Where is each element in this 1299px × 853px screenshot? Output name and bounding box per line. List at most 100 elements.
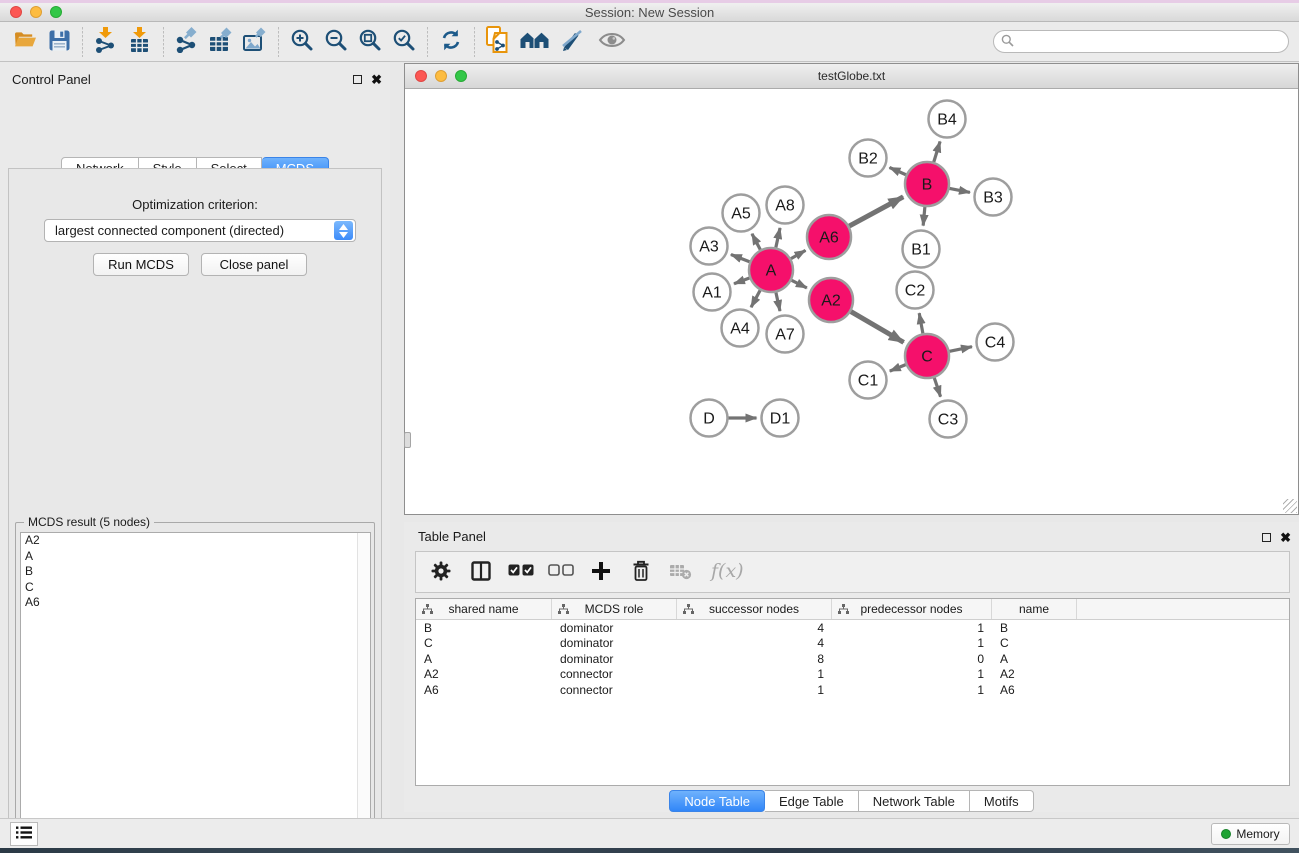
edge-A2-C[interactable] (851, 312, 904, 343)
task-history-button[interactable] (10, 822, 38, 846)
table-row[interactable]: Adominator80A (416, 651, 1289, 667)
export-network-button[interactable] (170, 26, 204, 58)
edge-A-A1[interactable] (734, 278, 749, 284)
select-all-button[interactable] (508, 559, 534, 585)
export-table-button[interactable] (204, 26, 238, 58)
optimization-criterion-label: Optimization criterion: (9, 197, 381, 212)
import-table-button[interactable] (123, 26, 157, 58)
table-row[interactable]: A2connector11A2 (416, 667, 1289, 683)
edge-B-B4[interactable] (934, 141, 940, 162)
table-cell-mcds-role: dominator (552, 636, 677, 650)
hierarchy-icon (838, 604, 849, 615)
column-header-label: predecessor nodes (860, 602, 962, 616)
float-panel-icon[interactable] (353, 75, 362, 84)
table-cell-predecessor-nodes: 0 (832, 652, 992, 666)
clear-table-button-disabled (668, 559, 694, 585)
search-input[interactable] (1018, 33, 1288, 51)
mcds-result-group: MCDS result (5 nodes) A2ABCA6 (15, 522, 375, 853)
edge-B-B2[interactable] (890, 167, 906, 174)
node-label-A8: A8 (775, 198, 795, 215)
network-canvas[interactable]: B4B2BB3A8A5A6A3B1AA1C2A2A4A7C4CC1DD1C3 (405, 89, 1298, 514)
import-network-button[interactable] (89, 26, 123, 58)
show-columns-button[interactable] (468, 559, 494, 585)
edge-C-C1[interactable] (890, 365, 906, 371)
result-list-item[interactable]: A (21, 549, 370, 565)
column-header-label: name (1019, 602, 1049, 616)
zoom-selected-button[interactable] (387, 26, 421, 58)
table-row[interactable]: A6connector11A6 (416, 682, 1289, 698)
close-table-panel-icon[interactable]: ✖ (1280, 531, 1291, 544)
edge-A-A2[interactable] (792, 280, 807, 288)
export-image-icon (242, 27, 268, 56)
edge-A6-B[interactable] (849, 197, 903, 226)
memory-button[interactable]: Memory (1211, 823, 1290, 845)
table-panel: Table Panel ✖ f(x) shared nameMCDS roles… (404, 522, 1299, 812)
table-row[interactable]: Cdominator41C (416, 636, 1289, 652)
graphics-details-button[interactable] (555, 26, 589, 58)
close-panel-icon[interactable]: ✖ (371, 73, 382, 86)
run-mcds-button[interactable]: Run MCDS (93, 253, 189, 276)
desktop-background (0, 848, 1299, 853)
edge-A-A6[interactable] (791, 250, 806, 258)
unchecked-boxes-icon (548, 564, 574, 580)
save-session-button[interactable] (42, 26, 76, 58)
node-label-C1: C1 (858, 373, 879, 390)
edge-C-C3[interactable] (934, 378, 940, 397)
open-session-button[interactable] (8, 26, 42, 58)
node-label-A6: A6 (819, 230, 839, 247)
zoom-out-icon (324, 28, 349, 56)
column-header-label: MCDS role (585, 602, 644, 616)
column-header-successor-nodes[interactable]: successor nodes (677, 599, 832, 619)
table-header-row: shared name MCDS role successor nodes prede… (416, 599, 1289, 620)
list-icon (16, 826, 32, 842)
network-manager-button[interactable] (481, 26, 515, 58)
show-hide-button[interactable] (595, 26, 629, 58)
table-body: Bdominator41BCdominator41CAdominator80AA… (416, 620, 1289, 698)
optimization-criterion-dropdown[interactable]: largest connected component (directed) (44, 219, 356, 242)
edge-A-A5[interactable] (752, 234, 760, 250)
mcds-result-title: MCDS result (5 nodes) (24, 515, 154, 529)
delete-columns-button[interactable] (628, 559, 654, 585)
tab-edge-table[interactable]: Edge Table (765, 790, 859, 812)
result-list-item[interactable]: C (21, 580, 370, 596)
export-image-button[interactable] (238, 26, 272, 58)
edge-A-A8[interactable] (776, 228, 780, 248)
table-settings-button[interactable] (428, 559, 454, 585)
result-list-item[interactable]: A2 (21, 533, 370, 549)
home-view-button[interactable] (515, 26, 555, 58)
fit-content-button[interactable] (353, 26, 387, 58)
edge-C-C4[interactable] (950, 347, 972, 352)
column-header-name[interactable]: name (992, 599, 1077, 619)
edge-B-B1[interactable] (923, 207, 925, 226)
result-list-item[interactable]: B (21, 564, 370, 580)
panel-divider-grip[interactable] (404, 432, 411, 448)
edge-A-A7[interactable] (776, 292, 780, 311)
edge-C-C2[interactable] (919, 313, 923, 333)
node-label-C2: C2 (905, 283, 926, 300)
window-resize-grip[interactable] (1283, 499, 1297, 513)
edge-B-B3[interactable] (950, 188, 970, 192)
deselect-all-button[interactable] (548, 559, 574, 585)
mcds-result-list: A2ABCA6 (20, 532, 371, 853)
column-header-mcds-role[interactable]: MCDS role (552, 599, 677, 619)
refresh-button[interactable] (434, 26, 468, 58)
result-list-item[interactable]: A6 (21, 595, 370, 611)
node-table: shared name MCDS role successor nodes prede… (415, 598, 1290, 786)
tab-node-table[interactable]: Node Table (669, 790, 765, 812)
close-panel-button[interactable]: Close panel (201, 253, 307, 276)
zoom-in-button[interactable] (285, 26, 319, 58)
edge-A-A4[interactable] (751, 290, 760, 307)
node-label-C4: C4 (985, 335, 1006, 352)
create-column-button[interactable] (588, 559, 614, 585)
table-cell-shared-name: C (416, 636, 552, 650)
tab-motifs[interactable]: Motifs (970, 790, 1034, 812)
float-table-panel-icon[interactable] (1262, 533, 1271, 542)
column-header-predecessor-nodes[interactable]: predecessor nodes (832, 599, 992, 619)
tab-network-table[interactable]: Network Table (859, 790, 970, 812)
column-header-shared-name[interactable]: shared name (416, 599, 552, 619)
zoom-out-button[interactable] (319, 26, 353, 58)
table-row[interactable]: Bdominator41B (416, 620, 1289, 636)
edge-A-A3[interactable] (731, 254, 750, 261)
result-list-scrollbar[interactable] (357, 533, 370, 853)
node-label-B3: B3 (983, 190, 1003, 207)
